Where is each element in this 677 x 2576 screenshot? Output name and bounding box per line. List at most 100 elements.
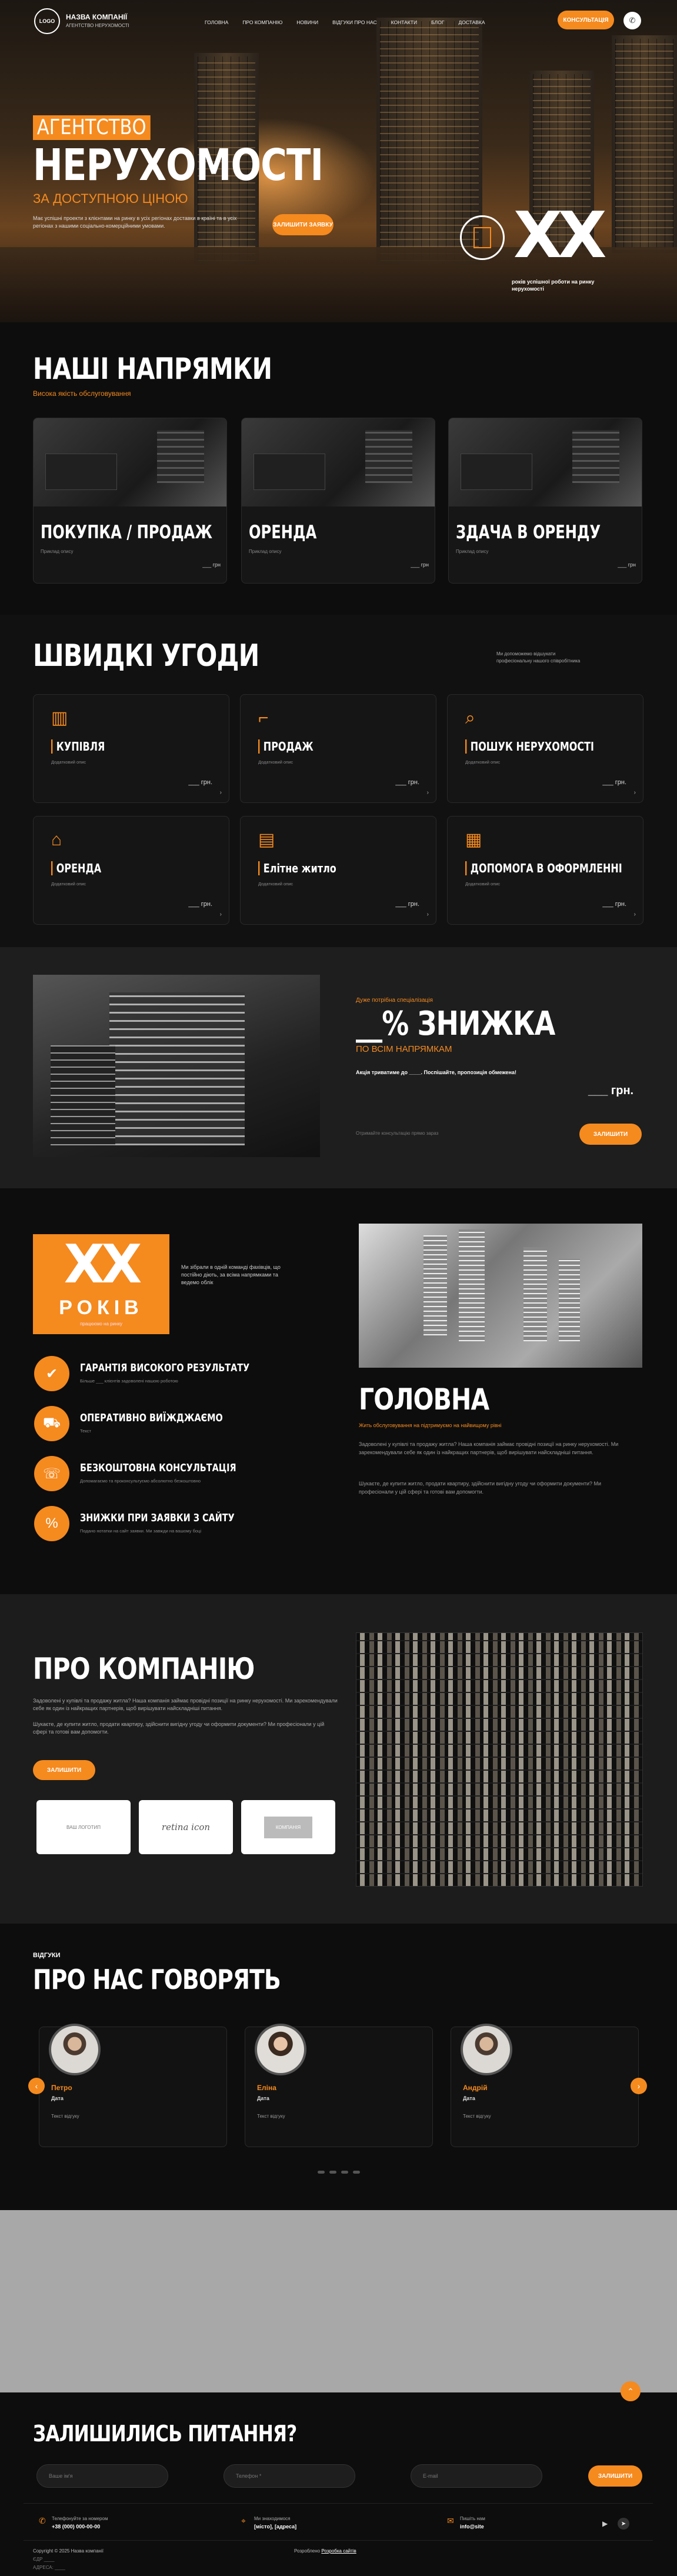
avatar	[49, 2024, 101, 2075]
developer-link[interactable]: Розробка сайтів	[321, 2548, 356, 2554]
contact-submit-button[interactable]: ЗАЛИШИТИ	[588, 2465, 642, 2487]
youtube-icon[interactable]: ▶	[602, 2520, 608, 2528]
arrow-icon: ›	[633, 911, 636, 918]
check-icon: ✔	[34, 1356, 69, 1391]
consult-icon: ☏	[34, 1456, 69, 1491]
direction-price: ___ грн	[618, 562, 636, 568]
arrow-icon: ›	[633, 789, 636, 796]
slider-dot[interactable]	[329, 2171, 336, 2174]
consult-button[interactable]: КОНСУЛЬТАЦІЯ	[558, 11, 614, 29]
scroll-top-icon[interactable]: ⌃	[621, 2381, 641, 2401]
menu-item-blog[interactable]: БЛОГ	[431, 19, 444, 25]
partner-logo[interactable]: КОМПАНІЯ	[241, 1800, 335, 1854]
promo-subtitle: ПО ВСІМ НАПРЯМКАМ	[356, 1044, 452, 1054]
address-value: [місто], [адреса]	[254, 2524, 297, 2530]
direction-card-buy[interactable]: ПОКУПКА / ПРОДАЖ Приклад опису ___ грн	[33, 418, 227, 584]
hero-request-button[interactable]: ЗАЛИШИТИ ЗАЯВКУ	[272, 214, 334, 235]
direction-subtitle: Приклад опису	[41, 549, 74, 554]
telegram-icon[interactable]: ➤	[618, 2518, 629, 2530]
menu-item-delivery[interactable]: ДОСТАВКА	[458, 19, 485, 25]
promo-title: __% ЗНИЖКА	[356, 1005, 555, 1043]
contact-phone: ✆ Телефонуйте за номером +38 (000) 000-0…	[39, 2516, 108, 2530]
deal-subtitle: Додатковий опис	[51, 881, 86, 887]
document-icon: ▦	[465, 830, 482, 849]
review-date: Дата	[257, 2095, 269, 2101]
feature-title: ОПЕРАТИВНО ВИЇЖДЖАЄМО	[80, 1412, 223, 1424]
phone-input[interactable]	[224, 2464, 355, 2488]
page: LOGO НАЗВА КОМПАНІЇ АГЕНТСТВО НЕРУХОМОСТ…	[0, 0, 677, 2576]
house-doc-icon: ⌂	[51, 830, 62, 849]
map-area[interactable]	[0, 2210, 677, 2392]
about-image	[356, 1632, 643, 1887]
direction-title: ПОКУПКА / ПРОДАЖ	[41, 522, 212, 543]
deal-subtitle: Додатковий опис	[51, 759, 86, 765]
phone-value[interactable]: +38 (000) 000-00-00	[52, 2524, 108, 2530]
direction-image	[34, 418, 226, 506]
direction-title: ОРЕНДА	[249, 522, 317, 543]
deals-title: ШВИДКІ УГОДИ	[33, 638, 259, 674]
location-icon: ⌖	[241, 2516, 246, 2525]
slider-dot[interactable]	[341, 2171, 348, 2174]
deal-title: Елітне житло	[258, 861, 336, 875]
direction-subtitle: Приклад опису	[456, 549, 489, 554]
slider-dot[interactable]	[318, 2171, 325, 2174]
feature-sub: Текст	[80, 1428, 91, 1434]
deal-card-buy[interactable]: ▥ КУПІВЛЯ Додатковий опис ___ грн. ›	[33, 694, 229, 803]
direction-card-lease[interactable]: ЗДАЧА В ОРЕНДУ Приклад опису ___ грн	[448, 418, 642, 584]
review-text: Текст відгуку	[463, 2114, 491, 2119]
contact-email: ✉ Пишіть нам info@site	[447, 2516, 485, 2530]
prev-arrow-icon[interactable]: ‹	[28, 2078, 45, 2094]
hero-subtitle: ЗА ДОСТУПНОЮ ЦІНОЮ	[33, 191, 188, 206]
building-badge-icon	[460, 215, 505, 260]
car-icon: ⛟	[34, 1406, 69, 1441]
deal-card-docs[interactable]: ▦ ДОПОМОГА В ОФОРМЛЕННІ Додатковий опис …	[447, 816, 643, 925]
hero-title: НЕРУХОМОСТІ	[33, 140, 324, 191]
promo-image	[33, 975, 320, 1157]
deal-subtitle: Додатковий опис	[258, 759, 294, 765]
footer-row: АДРЕСА: ____	[33, 2565, 65, 2570]
feature-title: ГАРАНТІЯ ВИСОКОГО РЕЗУЛЬТАТУ	[80, 1362, 250, 1374]
logo[interactable]: LOGO	[34, 8, 60, 34]
feature-sub: Допомагаємо та проконсультуємо абсолютно…	[80, 1478, 201, 1484]
email-input[interactable]	[411, 2464, 542, 2488]
company-name: НАЗВА КОМПАНІЇ	[66, 13, 128, 21]
deal-card-sell[interactable]: ⌐ ПРОДАЖ Додатковий опис ___ грн. ›	[240, 694, 436, 803]
main-paragraph-1: Задоволені у купівлі та продажу житла? Н…	[359, 1441, 619, 1455]
deal-card-rent[interactable]: ⌂ ОРЕНДА Додатковий опис ___ грн. ›	[33, 816, 229, 925]
review-card: Петро Дата Текст відгуку	[39, 2024, 227, 2147]
partner-logo-text: КОМПАНІЯ	[264, 1816, 313, 1838]
name-input[interactable]	[36, 2464, 168, 2488]
review-text: Текст відгуку	[51, 2114, 79, 2119]
partner-logo[interactable]: ВАШ ЛОГОТИП	[36, 1800, 131, 1854]
menu-item-news[interactable]: НОВИНИ	[296, 19, 318, 25]
partner-logo[interactable]: retina icon	[139, 1800, 233, 1854]
about-button[interactable]: ЗАЛИШИТИ	[33, 1760, 95, 1780]
deal-subtitle: Додатковий опис	[465, 881, 501, 887]
feature-consult: ☏ БЕЗКОШТОВНА КОНСУЛЬТАЦІЯ Допомагаємо т…	[34, 1456, 363, 1494]
next-arrow-icon[interactable]: ›	[631, 2078, 647, 2094]
menu-item-about[interactable]: ПРО КОМПАНІЮ	[242, 19, 282, 25]
review-date: Дата	[51, 2095, 64, 2101]
email-value[interactable]: info@site	[460, 2524, 485, 2530]
mail-icon: ✉	[447, 2516, 454, 2525]
menu-item-reviews[interactable]: ВІДГУКИ ПРО НАС	[332, 19, 377, 25]
deal-title: ДОПОМОГА В ОФОРМЛЕННІ	[465, 861, 622, 875]
direction-card-rent[interactable]: ОРЕНДА Приклад опису ___ грн	[241, 418, 435, 584]
crane-icon: ⌐	[258, 708, 269, 728]
feature-sub: Подано нотатки на сайт заявки. Ми завжди…	[80, 1528, 202, 1534]
years-label: років успішної роботи на ринку нерухомос…	[512, 279, 595, 292]
promo-button[interactable]: ЗАЛИШИТИ	[579, 1124, 642, 1145]
deal-card-search[interactable]: ⌕ ПОШУК НЕРУХОМОСТІ Додатковий опис ___ …	[447, 694, 643, 803]
main-menu: ГОЛОВНА ПРО КОМПАНІЮ НОВИНИ ВІДГУКИ ПРО …	[205, 19, 485, 25]
elite-building-icon: ▤	[258, 830, 275, 849]
slider-dot[interactable]	[353, 2171, 360, 2174]
phone-icon[interactable]: ✆	[623, 12, 641, 29]
deal-card-elite[interactable]: ▤ Елітне житло Додатковий опис ___ грн. …	[240, 816, 436, 925]
menu-item-home[interactable]: ГОЛОВНА	[205, 19, 228, 25]
made-by: Розроблено Розробка сайтів	[294, 2548, 356, 2554]
deal-title: ПРОДАЖ	[258, 739, 314, 754]
deal-price: ___ грн.	[188, 779, 212, 786]
years-box-small: працюємо на ринку	[79, 1321, 123, 1327]
menu-item-contacts[interactable]: КОНТАКТИ	[391, 19, 417, 25]
arrow-icon: ›	[219, 789, 222, 796]
